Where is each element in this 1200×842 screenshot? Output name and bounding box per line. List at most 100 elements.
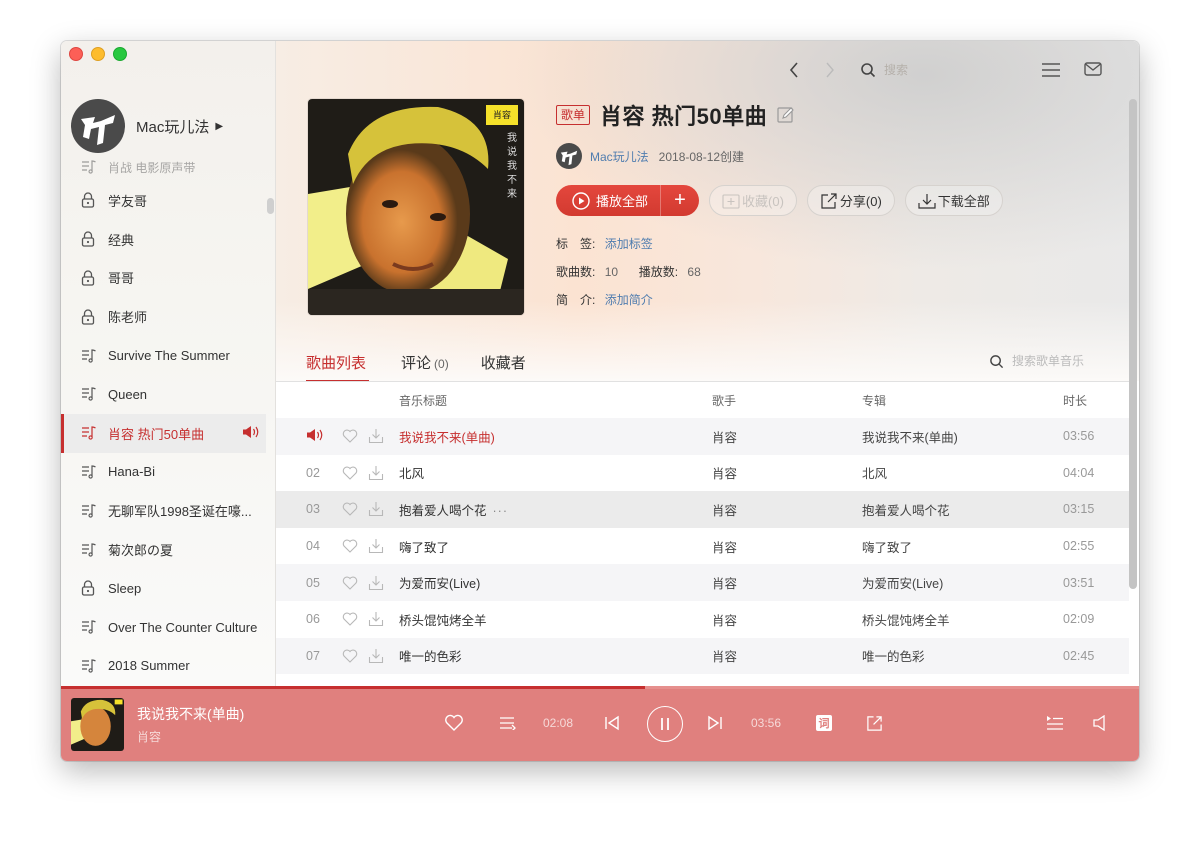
sidebar-item[interactable]: 哥哥 [61,259,266,298]
sidebar-item[interactable]: 2018 Summer [61,647,266,686]
song-album[interactable]: 为爱而安(Live) [862,573,943,592]
avatar[interactable] [71,99,125,153]
song-title[interactable]: 北风 [399,463,424,482]
song-artist[interactable]: 肖容 [712,646,737,665]
pause-button[interactable] [647,706,683,742]
playlist-mode-button[interactable] [499,716,517,730]
tab-song-list[interactable]: 歌曲列表 [306,352,370,382]
like-button[interactable] [342,539,358,553]
sidebar-item[interactable]: Sleep [61,569,266,608]
sidebar-item[interactable]: 无聊军队1998圣诞在嚎... [61,491,266,530]
tab-subscribers[interactable]: 收藏者 [481,352,529,380]
song-title[interactable]: 唯一的色彩 [399,646,462,665]
song-album[interactable]: 唯一的色彩 [862,646,925,665]
song-title[interactable]: 桥头馄饨烤全羊 [399,610,487,629]
table-row[interactable]: 03 抱着爱人喝个花 ··· 肖容 抱着爱人喝个花 03:15 [276,491,1129,528]
menu-button[interactable] [1042,63,1060,82]
collect-button[interactable]: 收藏(0) [709,185,797,216]
sidebar-scrollbar[interactable] [267,198,274,214]
user-menu-arrow-icon[interactable]: ▶ [215,121,223,132]
forward-button[interactable] [822,61,838,79]
sidebar-item[interactable]: Queen [61,375,266,414]
song-album[interactable]: 我说我不来(单曲) [862,427,958,446]
previous-button[interactable] [604,715,620,731]
main-scrollbar[interactable] [1129,99,1137,589]
share-song-button[interactable] [866,715,883,732]
play-queue-button[interactable] [1046,715,1064,731]
sidebar-item[interactable]: Hana-Bi [61,453,266,492]
close-button[interactable] [69,47,83,61]
table-row[interactable]: 我说我不来(单曲) 肖容 我说我不来(单曲) 03:56 [276,418,1129,455]
creator-avatar[interactable] [556,143,582,169]
edit-button[interactable] [777,106,795,124]
like-button[interactable] [444,714,464,732]
now-playing-artist[interactable]: 肖容 [137,728,161,745]
download-button[interactable] [368,611,384,627]
song-title[interactable]: 为爱而安(Live) [399,573,480,592]
song-title[interactable]: 嗨了致了 [399,537,449,556]
progress-bar[interactable] [61,686,1139,689]
now-playing-cover[interactable] [71,698,124,751]
like-button[interactable] [342,502,358,517]
table-row[interactable]: 05 为爱而安(Live) 肖容 为爱而安(Live) 03:51 [276,564,1129,601]
next-button[interactable] [707,715,723,731]
song-artist[interactable]: 肖容 [712,610,737,629]
sidebar-item[interactable]: Over The Counter Culture [61,608,266,647]
add-intro-link[interactable]: 添加简介 [605,293,653,307]
messages-button[interactable] [1084,62,1102,81]
like-button[interactable] [342,649,358,663]
sidebar-item[interactable]: 菊次郎の夏 [61,530,266,569]
more-options-button[interactable]: ··· [493,504,509,518]
download-button[interactable] [368,501,384,517]
playlist-search-input[interactable] [1010,353,1114,369]
table-row[interactable]: 02 北风 肖容 北风 04:04 [276,454,1129,492]
sidebar-item-partial[interactable]: 肖战 电影原声带 [61,159,266,181]
table-row[interactable]: 07 唯一的色彩 肖容 唯一的色彩 02:45 [276,637,1129,675]
download-button[interactable] [368,428,384,444]
song-artist[interactable]: 肖容 [712,427,737,446]
lyrics-button[interactable]: 词 [816,715,832,731]
download-button[interactable] [368,648,384,664]
download-button[interactable] [368,575,384,591]
download-button[interactable] [368,465,384,481]
song-artist[interactable]: 肖容 [712,537,737,556]
play-all-button[interactable]: 播放全部 [556,185,662,216]
like-button[interactable] [342,612,358,627]
download-all-button[interactable]: 下载全部 [904,185,1003,216]
header-title[interactable]: 音乐标题 [399,392,447,409]
user-name[interactable]: Mac玩儿法 [136,116,209,137]
sidebar-item[interactable]: 肖容 热门50单曲 [61,413,266,453]
user-profile[interactable]: Mac玩儿法 ▶ [71,99,223,153]
song-title[interactable]: 我说我不来(单曲) [399,427,495,446]
sidebar-item[interactable]: 学友哥 [61,181,266,220]
zoom-button[interactable] [113,47,127,61]
like-button[interactable] [342,576,358,590]
minimize-button[interactable] [91,47,105,61]
header-artist[interactable]: 歌手 [712,392,736,409]
sidebar-item[interactable]: 陈老师 [61,297,266,336]
sidebar-item[interactable]: 经典 [61,220,266,259]
search-input[interactable] [882,62,1006,78]
song-album[interactable]: 北风 [862,463,887,482]
header-duration[interactable]: 时长 [1063,392,1087,409]
header-album[interactable]: 专辑 [862,392,886,409]
table-row[interactable]: 04 嗨了致了 肖容 嗨了致了 02:55 [276,527,1129,565]
song-album[interactable]: 抱着爱人喝个花 [862,500,950,519]
now-playing-title[interactable]: 我说我不来(单曲) [137,704,244,724]
song-title[interactable]: 抱着爱人喝个花 ··· [399,500,508,519]
like-button[interactable] [342,466,358,480]
download-button[interactable] [368,538,384,554]
add-tags-link[interactable]: 添加标签 [605,237,653,251]
add-to-queue-button[interactable]: + [661,189,699,212]
song-artist[interactable]: 肖容 [712,500,737,519]
song-album[interactable]: 桥头馄饨烤全羊 [862,610,950,629]
table-row[interactable]: 06 桥头馄饨烤全羊 肖容 桥头馄饨烤全羊 02:09 [276,600,1129,638]
creator-name-link[interactable]: Mac玩儿法 [590,148,649,165]
back-button[interactable] [786,61,802,79]
song-artist[interactable]: 肖容 [712,573,737,592]
volume-button[interactable] [1093,715,1107,731]
tab-comments[interactable]: 评论 (0) [401,352,449,380]
song-album[interactable]: 嗨了致了 [862,537,912,556]
like-button[interactable] [342,429,358,444]
share-button[interactable]: 分享(0) [806,185,895,216]
